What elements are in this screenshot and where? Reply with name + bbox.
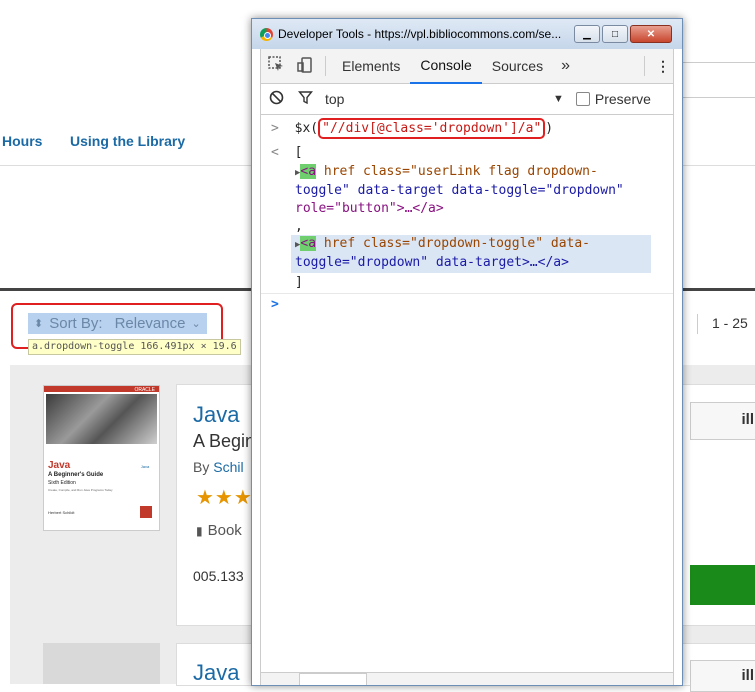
tab-elements[interactable]: Elements	[332, 49, 410, 83]
preserve-log-checkbox[interactable]	[575, 92, 590, 106]
array-separator: ,	[295, 219, 303, 234]
more-tabs-icon[interactable]: »	[553, 57, 578, 75]
console-divider	[261, 293, 673, 294]
cover-java-logo: Java	[140, 464, 150, 469]
toolbar-separator	[325, 56, 326, 76]
preserve-log-label: Preserve	[594, 91, 651, 107]
call-close: )	[545, 121, 554, 136]
result-title-link[interactable]: Java	[193, 660, 239, 686]
result-item-2[interactable]: ▶<a href class="dropdown-toggle" data- t…	[291, 235, 651, 273]
book-cover-image[interactable]: ORACLE Java A Beginner's Guide Sixth Edi…	[43, 385, 160, 531]
tab-sources[interactable]: Sources	[482, 49, 553, 83]
cover-author: Herbert Schildt	[48, 510, 75, 515]
input-prompt: >	[271, 121, 279, 136]
search-box-fragment[interactable]	[680, 62, 755, 98]
cover-artwork	[46, 394, 157, 444]
close-button[interactable]: ✕	[630, 25, 672, 43]
inspect-tooltip: a.dropdown-toggle 166.491px × 19.6	[28, 339, 241, 355]
clear-console-icon[interactable]	[261, 90, 291, 108]
shelf-icon: ill	[741, 667, 754, 684]
drawer-tab[interactable]	[299, 673, 367, 685]
xpath-string: "//div[@class='dropdown']/a"	[318, 118, 546, 139]
tab-console[interactable]: Console	[410, 48, 482, 84]
element-attrs-end: role="button">…</a>	[295, 201, 444, 216]
book-cover-image[interactable]	[43, 643, 160, 684]
nav-hours[interactable]: Hours	[2, 133, 42, 149]
devtools-tabbar: Elements Console Sources » ⋮	[261, 49, 673, 84]
console-filter-bar: top ▼ Preserve	[261, 84, 673, 115]
call-function: $x(	[294, 121, 319, 136]
kebab-menu-icon[interactable]: ⋮	[653, 58, 673, 75]
chrome-logo-icon	[260, 27, 273, 41]
shelf-icon: ill	[741, 411, 754, 428]
devtools-window: Developer Tools - https://vpl.bibliocomm…	[251, 18, 683, 686]
minimize-button[interactable]: ▁	[574, 25, 600, 43]
devtools-titlebar[interactable]: Developer Tools - https://vpl.bibliocomm…	[252, 19, 682, 49]
output-prompt: <	[271, 145, 279, 160]
by-prefix: By	[193, 459, 210, 475]
window-title: Developer Tools - https://vpl.bibliocomm…	[278, 27, 562, 41]
console-input-line: > $x("//div[@class='dropdown']/a")	[271, 118, 673, 139]
cover-brand: ORACLE	[134, 387, 155, 393]
cover-title: Java	[48, 460, 71, 471]
result-title-link[interactable]: Java	[193, 402, 239, 428]
filter-icon[interactable]	[291, 90, 319, 108]
cover-publisher-logo	[140, 506, 152, 518]
shelf-button[interactable]: ill	[690, 660, 755, 692]
result-subtitle: A Begin	[193, 431, 256, 451]
book-icon: ▮	[196, 523, 203, 538]
cover-edition: Sixth Edition	[48, 480, 76, 486]
sort-value: Relevance	[114, 315, 186, 332]
element-tag: <a	[300, 236, 317, 251]
console-prompt[interactable]: >	[271, 297, 673, 312]
element-tag: <a	[300, 164, 317, 179]
devtools-panel: Elements Console Sources » ⋮ top ▼ Prese…	[260, 49, 674, 685]
nav-using-the-library[interactable]: Using the Library	[70, 133, 185, 149]
sort-label: Sort By:	[49, 315, 103, 332]
context-dropdown-icon[interactable]: ▼	[553, 93, 564, 105]
result-author-line: By Schil	[193, 459, 244, 475]
result-format: ▮ Book	[196, 522, 242, 539]
array-open-bracket: [	[294, 145, 303, 160]
console-output[interactable]: > $x("//div[@class='dropdown']/a") < [ ▶…	[261, 115, 673, 675]
sort-arrows-icon: ⬍	[34, 317, 44, 330]
context-selector[interactable]: top	[325, 91, 553, 107]
pagination-range: 1 - 25	[712, 315, 748, 331]
star-rating: ★★★	[196, 487, 253, 509]
element-attrs-cont: toggle="dropdown" data-target>…</a>	[295, 255, 569, 270]
format-label: Book	[207, 522, 242, 539]
author-link[interactable]: Schil	[213, 459, 243, 475]
element-attrs: href class="dropdown-toggle" data-	[316, 236, 591, 251]
cover-subtitle: A Beginner's Guide	[48, 472, 104, 478]
result-item-1[interactable]: ▶<a href class="userLink flag dropdown- …	[295, 163, 673, 218]
toolbar-separator	[644, 56, 645, 76]
chevron-down-icon: ⌄	[191, 318, 201, 330]
cover-tagline: Create, Compile, and Run Java Programs T…	[48, 488, 113, 492]
pager-divider	[697, 314, 698, 334]
console-result-open: < [	[271, 145, 673, 160]
place-hold-button[interactable]	[690, 565, 755, 605]
sort-dropdown[interactable]: ⬍ Sort By: Relevance ⌄	[28, 313, 207, 334]
inspect-icon[interactable]	[261, 55, 291, 77]
element-attrs: href class="userLink flag dropdown-	[316, 164, 598, 179]
drawer-bar[interactable]	[261, 672, 673, 685]
call-number: 005.133	[193, 568, 244, 584]
shelf-button[interactable]: ill	[690, 402, 755, 440]
element-attrs-cont: toggle" data-target data-toggle="dropdow…	[295, 183, 624, 198]
maximize-button[interactable]: □	[602, 25, 628, 43]
array-close-bracket: ]	[295, 275, 303, 290]
device-toolbar-icon[interactable]	[291, 56, 319, 77]
